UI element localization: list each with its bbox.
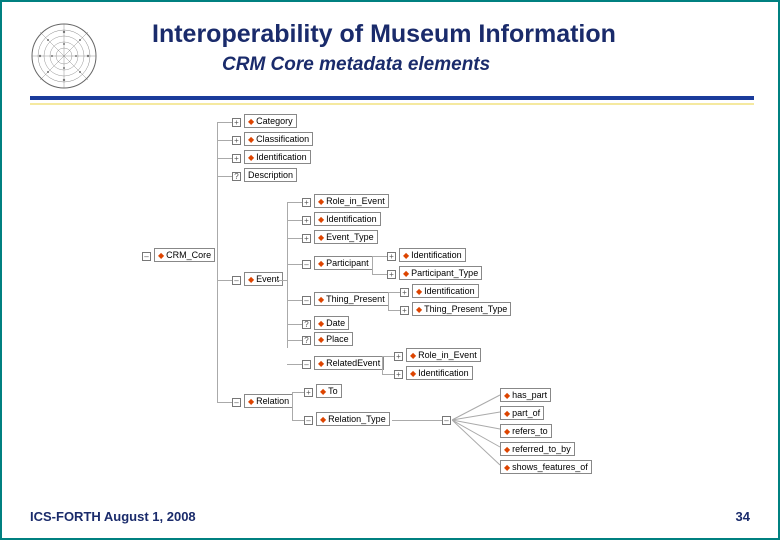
node-label: CRM_Core <box>166 250 211 260</box>
divider-primary <box>30 96 754 100</box>
node-label: Participant <box>326 258 369 268</box>
node-participant: ◆Participant <box>314 256 373 270</box>
node-has-part: ◆has_part <box>500 388 551 402</box>
expand-icon[interactable]: – <box>302 260 311 269</box>
expand-icon[interactable]: + <box>232 136 241 145</box>
node-part-of: ◆part_of <box>500 406 544 420</box>
expand-icon[interactable]: ? <box>302 336 311 345</box>
node-refers-to: ◆refers_to <box>500 424 552 438</box>
expand-icon[interactable]: + <box>302 216 311 225</box>
node-label: Role_in_Event <box>326 196 385 206</box>
expand-icon[interactable]: + <box>387 270 396 279</box>
expand-icon[interactable]: – <box>304 416 313 425</box>
node-to: ◆To <box>316 384 342 398</box>
node-label: shows_features_of <box>512 462 588 472</box>
node-place: ◆Place <box>314 332 353 346</box>
node-re-role: ◆Role_in_Event <box>406 348 481 362</box>
node-participant-type: ◆Participant_Type <box>399 266 482 280</box>
node-event: ◆Event <box>244 272 283 286</box>
footer-text: ICS-FORTH August 1, 2008 <box>30 509 196 524</box>
expand-icon[interactable]: ? <box>302 320 311 329</box>
expand-icon[interactable]: + <box>387 252 396 261</box>
node-category: ◆Category <box>244 114 297 128</box>
node-event-type: ◆Event_Type <box>314 230 378 244</box>
node-label: referred_to_by <box>512 444 571 454</box>
slide: Interoperability of Museum Information C… <box>0 0 780 540</box>
expand-icon[interactable]: + <box>304 388 313 397</box>
node-label: Thing_Present <box>326 294 385 304</box>
node-date: ◆Date <box>314 316 349 330</box>
node-referred-to-by: ◆referred_to_by <box>500 442 575 456</box>
expand-icon[interactable]: + <box>400 306 409 315</box>
node-label: refers_to <box>512 426 548 436</box>
node-label: Category <box>256 116 293 126</box>
node-identification: ◆Identification <box>244 150 311 164</box>
node-label: Identification <box>424 286 475 296</box>
node-p-identification: ◆Identification <box>399 248 466 262</box>
node-label: Event_Type <box>326 232 374 242</box>
expand-icon[interactable]: – <box>142 252 151 261</box>
node-label: has_part <box>512 390 547 400</box>
node-label: Relation <box>256 396 289 406</box>
expand-icon[interactable]: – <box>232 276 241 285</box>
node-label: Place <box>326 334 349 344</box>
expand-icon[interactable]: – <box>232 398 241 407</box>
node-related-event: ◆RelatedEvent <box>314 356 384 370</box>
node-relation: ◆Relation <box>244 394 293 408</box>
slide-title: Interoperability of Museum Information <box>152 20 616 49</box>
node-label: Thing_Present_Type <box>424 304 507 314</box>
node-thing-present-type: ◆Thing_Present_Type <box>412 302 511 316</box>
node-thing-present: ◆Thing_Present <box>314 292 389 306</box>
node-re-identification: ◆Identification <box>406 366 473 380</box>
expand-icon[interactable]: + <box>232 118 241 127</box>
node-tp-identification: ◆Identification <box>412 284 479 298</box>
fan-connector-icon <box>452 392 502 482</box>
expand-icon[interactable]: + <box>232 154 241 163</box>
node-label: part_of <box>512 408 540 418</box>
expand-icon[interactable]: + <box>302 198 311 207</box>
node-shows-features-of: ◆shows_features_of <box>500 460 592 474</box>
expand-icon[interactable]: – <box>302 360 311 369</box>
node-label: Identification <box>411 250 462 260</box>
slide-subtitle: CRM Core metadata elements <box>222 54 490 76</box>
node-relation-type: ◆Relation_Type <box>316 412 390 426</box>
expand-icon[interactable]: + <box>400 288 409 297</box>
expand-icon[interactable]: – <box>302 296 311 305</box>
expand-icon[interactable]: ? <box>232 172 241 181</box>
node-classification: ◆Classification <box>244 132 313 146</box>
node-role-in-event: ◆Role_in_Event <box>314 194 389 208</box>
expand-icon[interactable]: + <box>394 370 403 379</box>
node-label: Event <box>256 274 279 284</box>
node-label: RelatedEvent <box>326 358 380 368</box>
node-label: Relation_Type <box>328 414 386 424</box>
node-ev-identification: ◆Identification <box>314 212 381 226</box>
tree-diagram: – ◆CRM_Core + ◆Category + ◆Classificatio… <box>142 112 642 502</box>
expand-icon[interactable]: + <box>394 352 403 361</box>
logo-seal-icon <box>30 22 98 90</box>
node-description: Description <box>244 168 297 182</box>
page-number: 34 <box>736 509 750 524</box>
node-label: Date <box>326 318 345 328</box>
node-label: Description <box>248 170 293 180</box>
expand-icon[interactable]: – <box>442 416 451 425</box>
node-root: ◆CRM_Core <box>154 248 215 262</box>
node-label: Identification <box>326 214 377 224</box>
node-label: Participant_Type <box>411 268 478 278</box>
expand-icon[interactable]: + <box>302 234 311 243</box>
node-label: Role_in_Event <box>418 350 477 360</box>
divider-secondary <box>30 103 754 105</box>
node-label: Identification <box>418 368 469 378</box>
node-label: Identification <box>256 152 307 162</box>
header: Interoperability of Museum Information C… <box>2 2 778 102</box>
node-label: Classification <box>256 134 309 144</box>
node-label: To <box>328 386 338 396</box>
